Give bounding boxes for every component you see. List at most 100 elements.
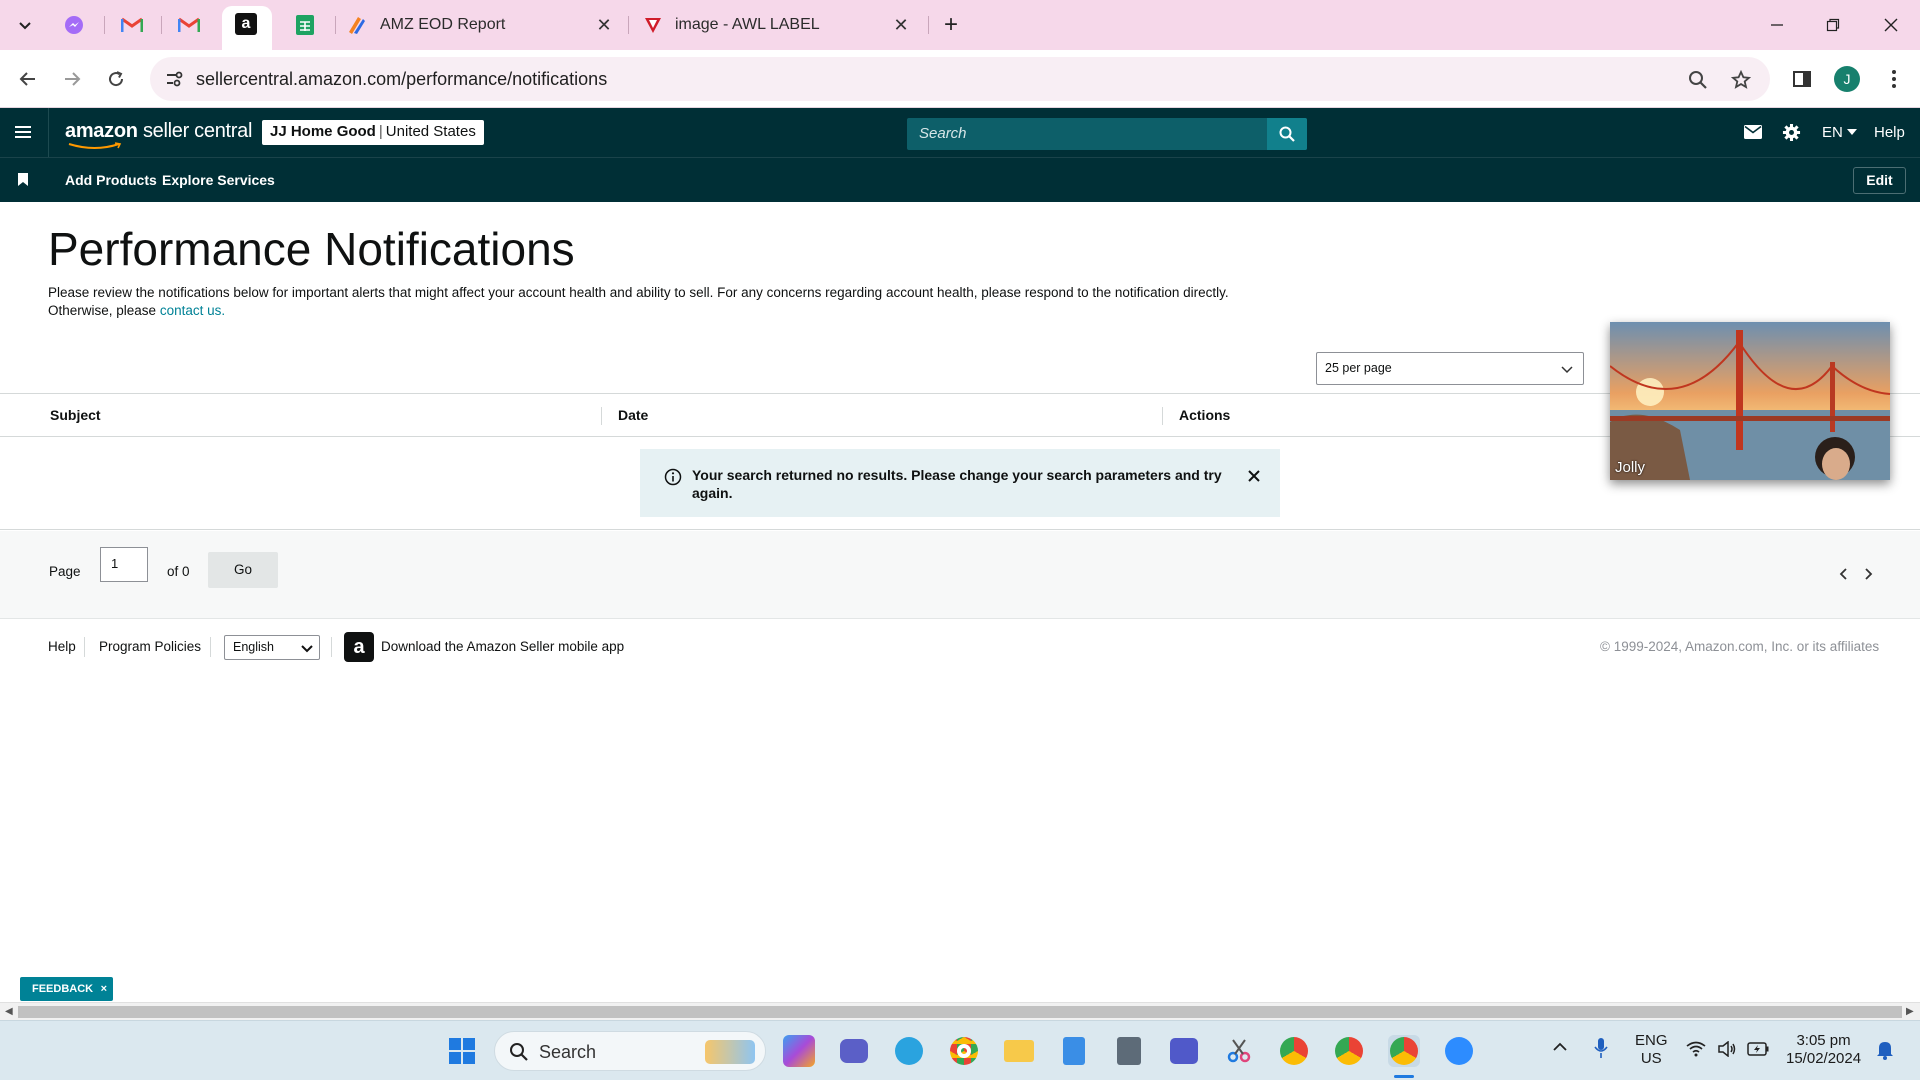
copyright-text: © 1999-2024, Amazon.com, Inc. or its aff…	[1600, 639, 1880, 654]
messages-button[interactable]	[1744, 121, 1762, 143]
tab-search-dropdown[interactable]	[10, 10, 40, 40]
messenger-icon	[65, 16, 83, 34]
notifications-bell-icon[interactable]	[1876, 1040, 1894, 1064]
settings-button[interactable]	[1782, 121, 1801, 143]
chevron-left-icon[interactable]	[1838, 567, 1850, 581]
tab-gmail-1[interactable]	[117, 10, 147, 40]
side-panel-button[interactable]	[1786, 63, 1818, 95]
header-search-input[interactable]: Search	[907, 118, 1307, 150]
restore-button[interactable]	[1816, 10, 1850, 40]
footer-divider	[84, 637, 85, 657]
wifi-icon[interactable]	[1686, 1041, 1706, 1061]
tab-sheets[interactable]	[290, 10, 320, 40]
tab-amazon-active[interactable]: a	[222, 6, 272, 50]
scroll-right-arrow-icon[interactable]: ▶	[1906, 1006, 1914, 1017]
snipping-tool-icon[interactable]	[1223, 1035, 1255, 1067]
video-call-thumbnail[interactable]: Jolly	[1610, 322, 1890, 480]
bookmark-icon[interactable]	[18, 173, 28, 186]
arrow-left-icon	[19, 72, 35, 86]
bookmark-bar: Add Products Explore Services Edit	[0, 157, 1920, 202]
new-tab-button[interactable]: +	[934, 10, 968, 40]
close-icon[interactable]	[1244, 466, 1264, 486]
reload-button[interactable]	[100, 63, 132, 95]
notepad-icon[interactable]	[1058, 1035, 1090, 1067]
edit-bookmarks-button[interactable]: Edit	[1853, 167, 1906, 194]
start-button[interactable]	[446, 1035, 478, 1067]
tab-messenger[interactable]	[59, 10, 89, 40]
telegram-icon[interactable]	[893, 1035, 925, 1067]
url-text: sellercentral.amazon.com/performance/not…	[196, 69, 608, 89]
speaker-icon	[1718, 1040, 1736, 1058]
address-bar[interactable]: sellercentral.amazon.com/performance/not…	[150, 57, 1770, 101]
chrome-icon[interactable]	[948, 1035, 980, 1067]
show-hidden-icons-button[interactable]	[1552, 1039, 1568, 1056]
close-tab-icon[interactable]: ✕	[891, 15, 911, 35]
column-subject[interactable]: Subject	[50, 407, 101, 423]
go-button[interactable]: Go	[208, 552, 278, 588]
bookmark-add-products[interactable]: Add Products	[65, 172, 157, 188]
volume-icon[interactable]	[1717, 1040, 1737, 1061]
input-language-indicator[interactable]: ENG US	[1635, 1032, 1668, 1068]
chrome-profile-2-icon[interactable]	[1333, 1035, 1365, 1067]
kebab-menu-icon	[1892, 70, 1896, 88]
bookmark-star-button[interactable]	[1728, 67, 1754, 93]
browser-menu-button[interactable]	[1878, 63, 1910, 95]
mic-icon	[1594, 1038, 1608, 1058]
minimize-button[interactable]	[1760, 10, 1794, 40]
amazon-smile-icon	[68, 142, 122, 149]
per-page-select[interactable]: 25 per page	[1316, 352, 1584, 385]
scrollbar-thumb[interactable]	[18, 1006, 1902, 1018]
reload-icon	[109, 71, 124, 87]
column-divider	[601, 407, 602, 425]
teams-icon[interactable]	[1168, 1035, 1200, 1067]
forward-button[interactable]	[56, 63, 88, 95]
header-search-button[interactable]	[1267, 118, 1307, 150]
calculator-icon[interactable]	[1113, 1035, 1145, 1067]
zoom-button[interactable]	[1685, 67, 1711, 93]
battery-icon[interactable]	[1747, 1042, 1769, 1060]
language-label: EN	[1822, 123, 1843, 141]
tab-gmail-2[interactable]	[174, 10, 204, 40]
tab-amz-eod-report[interactable]: AMZ EOD Report ✕	[346, 8, 620, 42]
close-window-button[interactable]	[1874, 10, 1908, 40]
tab-awl-label[interactable]: image - AWL LABEL ✕	[643, 8, 917, 42]
feedback-close-icon[interactable]: ×	[101, 977, 107, 1001]
meet-app-icon[interactable]	[838, 1035, 870, 1067]
store-switcher[interactable]: JJ Home Good | United States	[262, 120, 484, 145]
gmail-icon	[121, 17, 143, 32]
seller-central-logo[interactable]: amazon seller central	[65, 120, 252, 149]
chrome-profile-1-icon[interactable]	[1278, 1035, 1310, 1067]
clock[interactable]: 3:05 pm 15/02/2024	[1786, 1032, 1861, 1068]
language-selector[interactable]: EN	[1822, 121, 1857, 143]
column-date[interactable]: Date	[618, 407, 648, 423]
hamburger-menu-icon[interactable]	[12, 122, 34, 142]
zoom-icon[interactable]	[1443, 1035, 1475, 1067]
chrome-profile-3-icon[interactable]	[1388, 1035, 1420, 1067]
feedback-button[interactable]: FEEDBACK ×	[20, 977, 113, 1001]
copilot-icon[interactable]	[783, 1035, 815, 1067]
chevron-right-icon[interactable]	[1862, 567, 1874, 581]
file-explorer-icon[interactable]	[1003, 1035, 1035, 1067]
contact-us-link[interactable]: contact us.	[160, 303, 225, 318]
site-info-icon[interactable]	[164, 69, 184, 89]
horizontal-scrollbar[interactable]: ◀ ▶	[0, 1002, 1920, 1020]
taskbar-search[interactable]: Search	[494, 1031, 766, 1071]
footer-program-policies-link[interactable]: Program Policies	[99, 639, 201, 654]
help-link[interactable]: Help	[1874, 121, 1905, 143]
footer-language-select[interactable]: English	[224, 635, 320, 660]
microphone-icon[interactable]	[1594, 1037, 1608, 1063]
scroll-left-arrow-icon[interactable]: ◀	[5, 1006, 13, 1017]
profile-avatar[interactable]: J	[1834, 66, 1860, 92]
close-tab-icon[interactable]: ✕	[594, 15, 614, 35]
lang-top: ENG	[1635, 1032, 1668, 1049]
store-name: JJ Home Good	[270, 123, 376, 140]
bookmark-explore-services[interactable]: Explore Services	[162, 172, 275, 188]
windows-taskbar: Search ENG US 3:05 pm 15/02/2024	[0, 1020, 1920, 1080]
amazon-seller-app-icon[interactable]: a	[344, 632, 374, 662]
page-number-input[interactable]: 1	[100, 547, 148, 582]
back-button[interactable]	[12, 63, 44, 95]
footer-help-link[interactable]: Help	[48, 639, 76, 654]
tab-divider	[628, 16, 629, 34]
search-icon	[1279, 126, 1295, 142]
download-app-link[interactable]: Download the Amazon Seller mobile app	[381, 639, 624, 654]
